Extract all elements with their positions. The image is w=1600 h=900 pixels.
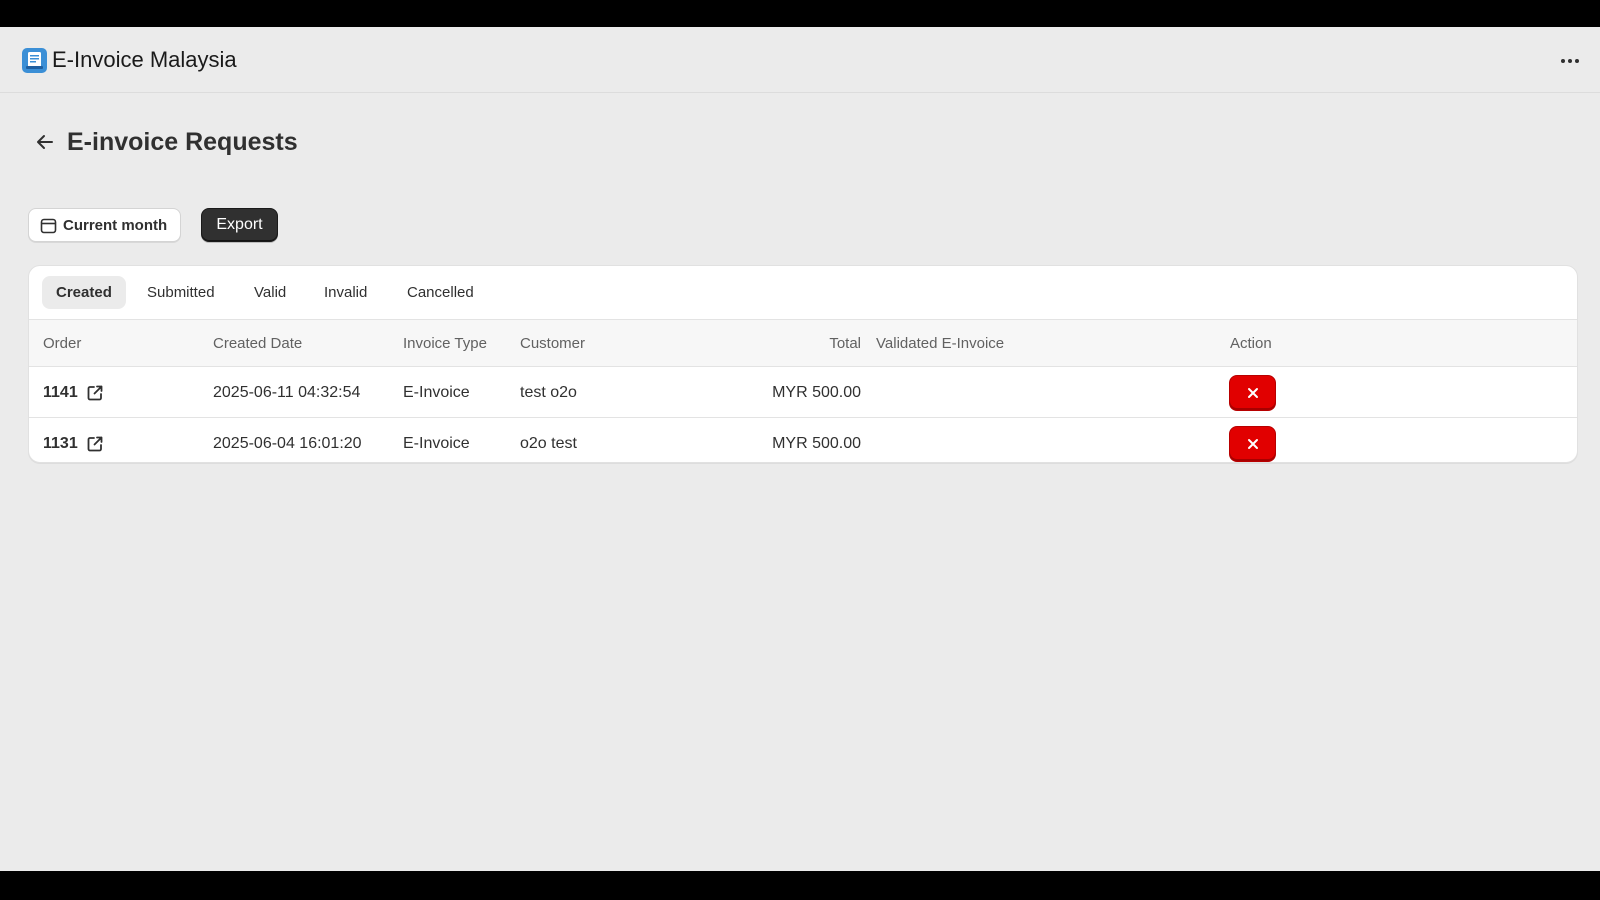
column-header-total[interactable]: Total bbox=[729, 320, 861, 367]
app-window: E-Invoice Malaysia E-invoice Requests Cu… bbox=[0, 27, 1600, 871]
external-link-icon[interactable] bbox=[86, 435, 104, 453]
app-header: E-Invoice Malaysia bbox=[0, 27, 1600, 93]
customer-cell: test o2o bbox=[520, 384, 577, 401]
order-cell: 1141 bbox=[43, 368, 104, 418]
requests-card: Created Submitted Valid Invalid Cancelle… bbox=[28, 265, 1578, 463]
created-date-cell: 2025-06-11 04:32:54 bbox=[213, 384, 361, 401]
order-number-link[interactable]: 1131 bbox=[43, 419, 78, 462]
tab-submitted[interactable]: Submitted bbox=[133, 276, 229, 309]
total-cell: MYR 500.00 bbox=[772, 435, 861, 452]
column-header-order[interactable]: Order bbox=[43, 320, 81, 367]
tab-invalid[interactable]: Invalid bbox=[310, 276, 381, 309]
app-title: E-Invoice Malaysia bbox=[52, 47, 237, 72]
date-range-filter-label: Current month bbox=[63, 216, 168, 234]
tab-created[interactable]: Created bbox=[42, 276, 126, 309]
tab-cancelled[interactable]: Cancelled bbox=[393, 276, 488, 309]
status-tabs: Created Submitted Valid Invalid Cancelle… bbox=[29, 266, 1577, 320]
customer-cell: o2o test bbox=[520, 435, 577, 452]
table-row: 1131 2025-06-04 16:01:20 E-Invoice o2o t… bbox=[29, 419, 1577, 462]
order-number-link[interactable]: 1141 bbox=[43, 368, 78, 418]
page-title: E-invoice Requests bbox=[67, 128, 298, 156]
date-range-filter-button[interactable]: Current month bbox=[28, 208, 181, 242]
order-cell: 1131 bbox=[43, 419, 104, 462]
export-button[interactable]: Export bbox=[201, 208, 278, 242]
close-icon bbox=[1247, 439, 1258, 449]
total-cell: MYR 500.00 bbox=[772, 384, 861, 401]
more-options-button[interactable] bbox=[1556, 47, 1584, 75]
back-button[interactable] bbox=[32, 129, 58, 155]
screen-top-bar bbox=[0, 0, 1600, 27]
screen-bottom-bar bbox=[0, 871, 1600, 900]
arrow-left-icon bbox=[37, 135, 53, 149]
column-header-action: Action bbox=[1230, 335, 1272, 352]
external-link-icon[interactable] bbox=[86, 384, 104, 402]
column-header-customer[interactable]: Customer bbox=[520, 320, 585, 367]
receipt-app-icon bbox=[22, 48, 47, 73]
table-header: Order Created Date Invoice Type Customer… bbox=[29, 320, 1577, 367]
tab-valid[interactable]: Valid bbox=[240, 276, 300, 309]
column-header-validated-e-invoice[interactable]: Validated E-Invoice bbox=[876, 320, 1004, 367]
column-header-invoice-type[interactable]: Invoice Type bbox=[403, 320, 487, 367]
calendar-icon bbox=[40, 218, 57, 233]
cancel-request-button[interactable] bbox=[1230, 376, 1275, 410]
table-row: 1141 2025-06-11 04:32:54 E-Invoice test … bbox=[29, 368, 1577, 418]
created-date-cell: 2025-06-04 16:01:20 bbox=[213, 435, 362, 452]
close-icon bbox=[1247, 388, 1258, 398]
cancel-request-button[interactable] bbox=[1230, 427, 1275, 461]
more-horizontal-icon bbox=[1561, 59, 1579, 63]
column-header-created-date[interactable]: Created Date bbox=[213, 320, 302, 367]
invoice-type-cell: E-Invoice bbox=[403, 435, 470, 452]
invoice-type-cell: E-Invoice bbox=[403, 384, 470, 401]
